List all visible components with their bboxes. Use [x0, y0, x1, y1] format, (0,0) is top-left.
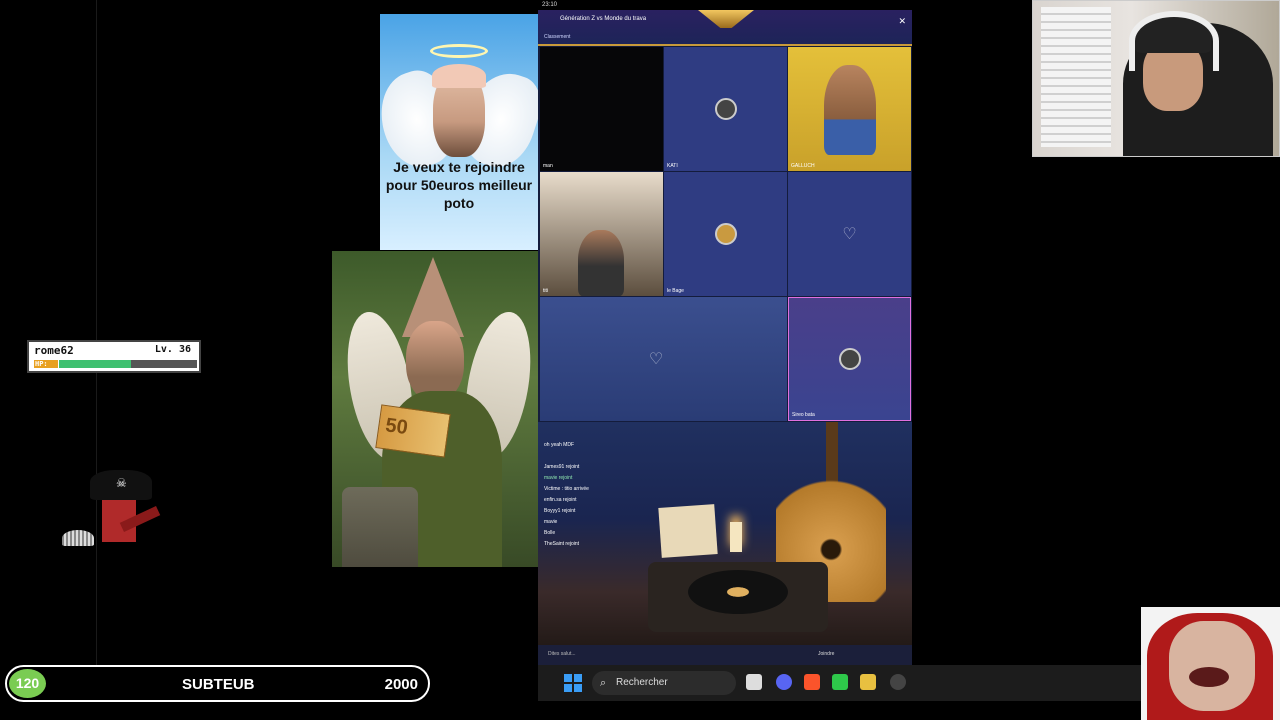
chat-message	[544, 451, 724, 462]
chat-message: mavie rejoint	[544, 475, 573, 481]
hp-label: HP:	[34, 360, 58, 368]
chat-message: enfin.sa rejoint	[544, 497, 577, 503]
chat-message: TheSaint rejoint	[544, 541, 580, 547]
app-icon-yellow[interactable]	[860, 674, 876, 690]
heart-icon: ♡	[648, 351, 664, 368]
guest-tile[interactable]: Sireo bata	[788, 297, 911, 421]
guest-tile[interactable]: le Bage	[664, 172, 787, 296]
sub-count: 120	[9, 669, 46, 698]
windows-start-icon[interactable]	[564, 674, 582, 692]
heart-icon: ♡	[842, 226, 857, 243]
chat-message: mavie	[544, 519, 558, 525]
guest-name: Sireo bata	[792, 412, 815, 418]
sub-goal-target: 2000	[384, 676, 418, 693]
meme-caption: Je veux te rejoindre pour 50euros meille…	[385, 159, 533, 211]
stream-overlay: Je veux te rejoindre pour 50euros meille…	[0, 0, 1280, 720]
guest-name: man	[543, 163, 553, 169]
app-icon-settings[interactable]	[890, 674, 906, 690]
tombstone	[342, 487, 418, 567]
hp-bar	[59, 360, 197, 368]
status-bar: 23:10	[538, 0, 912, 10]
live-call-window: 23:10 Génération Z vs Monde du trava Cla…	[538, 0, 912, 665]
viewer-hp-card: rome62 Lv. 36 HP:	[27, 340, 201, 373]
chat-feed: oh yeah MDF James91 rejoint mavie rejoin…	[544, 440, 724, 550]
halo	[430, 44, 488, 58]
search-icon: ⌕	[600, 677, 607, 689]
call-title[interactable]: Génération Z vs Monde du trava	[560, 16, 646, 22]
hedgehog-sprite	[62, 530, 94, 546]
chat-message: oh yeah MDF	[544, 442, 575, 448]
guest-avatar	[714, 223, 737, 245]
sub-goal-label: SUBTEUB	[182, 676, 255, 693]
viewer-level: Lv. 36	[154, 344, 191, 355]
taskbar: ⌕ Rechercher	[538, 665, 1141, 701]
headset	[1129, 11, 1219, 71]
tab-classement[interactable]: Classement	[544, 34, 570, 40]
crest-decoration	[698, 10, 754, 28]
chat-input-bar[interactable]: Dites salut... Joindre	[538, 645, 912, 665]
divider	[96, 0, 97, 665]
guest-name: titi	[543, 288, 548, 294]
guest-tile[interactable]: titi	[540, 172, 663, 296]
empty-seat-tile[interactable]: ♡	[540, 297, 787, 421]
guest-video-person	[824, 65, 876, 155]
pixel-pirate-sprite: ☠	[90, 466, 161, 546]
guest-name: GALLUCH	[791, 163, 815, 169]
chat-message: Bolle	[544, 530, 556, 536]
chat-message: Boyyy1 rejoint	[544, 508, 576, 514]
chat-message: James91 rejoint	[544, 464, 580, 470]
app-icon-green[interactable]	[832, 674, 848, 690]
angel-meme-image: Je veux te rejoindre pour 50euros meille…	[380, 14, 538, 250]
guest-face	[1169, 621, 1255, 711]
skull-icon: ☠	[116, 476, 127, 490]
empty-seat-tile[interactable]: ♡	[788, 172, 911, 296]
candle	[730, 522, 742, 552]
guest-video-person	[578, 230, 624, 296]
guest-tile[interactable]: KATI	[664, 47, 787, 171]
chat-message: Victime : titio arrivée	[544, 486, 589, 492]
elf-head	[406, 321, 464, 401]
hp-fill	[59, 360, 131, 368]
elf-meme-image: 50	[332, 251, 538, 567]
guest-name: KATI	[667, 163, 678, 169]
discord-icon[interactable]	[776, 674, 792, 690]
sub-goal-bar: 120 SUBTEUB 2000	[5, 665, 430, 702]
window-blinds	[1041, 7, 1111, 147]
close-icon[interactable]: ✕	[898, 16, 906, 27]
record-player	[648, 562, 828, 632]
guest-grid: man KATI GALLUCH titi le Bage ♡ ♡ Sireo …	[540, 47, 912, 422]
guest-tile[interactable]: man	[540, 47, 663, 171]
brave-icon[interactable]	[804, 674, 820, 690]
viewer-name: rome62	[34, 344, 74, 357]
join-button[interactable]: Joindre	[818, 651, 834, 657]
call-header: Génération Z vs Monde du trava Classemen…	[538, 10, 912, 46]
streamer-webcam	[1032, 0, 1280, 157]
file-explorer-icon[interactable]	[746, 674, 762, 690]
search-placeholder: Rechercher	[616, 677, 668, 688]
guest-avatar	[714, 98, 737, 120]
meme-cap	[432, 64, 486, 88]
banknote-value: 50	[384, 414, 410, 440]
guest-webcam	[1141, 607, 1280, 720]
guest-avatar	[838, 348, 861, 370]
guest-mouth	[1189, 667, 1229, 687]
taskbar-search[interactable]: ⌕ Rechercher	[592, 671, 736, 695]
guest-name: le Bage	[667, 288, 684, 294]
chat-input[interactable]: Dites salut...	[548, 651, 576, 657]
guest-tile[interactable]: GALLUCH	[788, 47, 911, 171]
